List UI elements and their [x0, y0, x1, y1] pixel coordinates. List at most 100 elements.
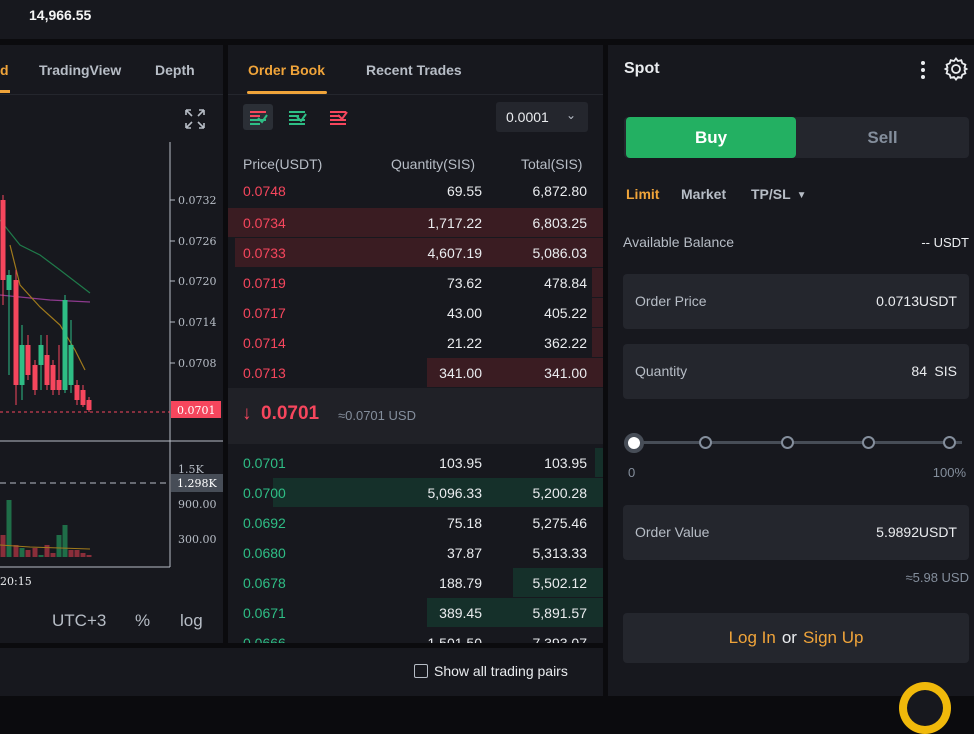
volume-tick-label: 900.00: [178, 498, 217, 511]
row-quantity: 37.87: [446, 545, 482, 561]
candles: [0, 195, 92, 412]
row-total: 103.95: [544, 455, 587, 471]
row-price: 0.0713: [243, 365, 286, 381]
candle-body: [13, 280, 19, 385]
login-link[interactable]: Log In: [729, 628, 776, 647]
slider-step-100[interactable]: [943, 436, 956, 449]
view-bids-button[interactable]: [282, 104, 312, 130]
candlestick-chart[interactable]: 0.07320.07260.07200.07140.07080.07011.5K…: [0, 45, 223, 643]
row-total: 5,275.46: [532, 515, 588, 531]
panel-title: Spot: [624, 60, 660, 77]
bid-row[interactable]: 0.0701 103.95 103.95: [228, 448, 603, 478]
last-price-row: ↓ 0.0701 ≈0.0701 USD: [228, 388, 603, 444]
row-quantity: 69.55: [446, 183, 482, 199]
checkbox-box[interactable]: [414, 664, 428, 678]
slider-max-label: 100%: [932, 465, 966, 480]
volume-bar: [0, 535, 6, 557]
support-chat-icon[interactable]: [899, 682, 951, 734]
precision-select[interactable]: 0.0001 ⌄: [496, 102, 588, 132]
order-price-value[interactable]: 0.0713: [876, 293, 919, 309]
available-balance-label: Available Balance: [623, 234, 735, 250]
row-price: 0.0717: [243, 305, 286, 321]
volume-bar: [6, 500, 12, 557]
row-price: 0.0734: [243, 215, 286, 231]
column-total: Total(SIS): [521, 156, 583, 172]
order-price-input[interactable]: Order Price 0.0713 USDT: [623, 274, 969, 329]
row-total: 5,502.12: [532, 575, 588, 591]
tab-recent-trades[interactable]: Recent Trades: [366, 62, 462, 78]
show-all-pairs-checkbox[interactable]: Show all trading pairs: [414, 663, 568, 681]
order-value-label: Order Value: [635, 524, 710, 540]
volume-bar: [74, 550, 80, 557]
ask-row[interactable]: 0.0717 43.00 405.22: [228, 298, 603, 328]
price-tick-label: 0.0708: [178, 357, 217, 370]
row-price: 0.0692: [243, 515, 286, 531]
volume-bar: [86, 555, 92, 557]
row-quantity: 21.22: [446, 335, 482, 351]
volume-bar: [38, 555, 44, 557]
slider-handle[interactable]: [624, 433, 644, 453]
volume-bar: [13, 545, 19, 557]
bid-row[interactable]: 0.0692 75.18 5,275.46: [228, 508, 603, 538]
tab-order-book[interactable]: Order Book: [248, 62, 325, 78]
bid-row[interactable]: 0.0680 37.87 5,313.33: [228, 538, 603, 568]
quantity-unit: SIS: [934, 363, 957, 379]
order-type-market[interactable]: Market: [681, 186, 726, 202]
ask-row[interactable]: 0.0713 341.00 341.00: [228, 358, 603, 388]
order-value-field[interactable]: Order Value 5.9892 USDT: [623, 505, 969, 560]
order-value[interactable]: 5.9892: [876, 524, 919, 540]
volume-bar: [50, 553, 56, 557]
caret-down-icon: ▼: [796, 190, 807, 201]
quantity-slider[interactable]: [624, 433, 969, 453]
order-value-usd: ≈5.98 USD: [905, 570, 970, 585]
more-vertical-icon[interactable]: [917, 58, 929, 82]
row-total: 362.22: [544, 335, 587, 351]
ask-row[interactable]: 0.0734 1,717.22 6,803.25: [228, 208, 603, 238]
order-type-limit[interactable]: Limit: [626, 186, 659, 202]
row-quantity: 1,501.50: [427, 635, 483, 643]
gear-icon[interactable]: [943, 56, 969, 82]
price-down-arrow-icon: ↓: [242, 403, 252, 424]
or-text: or: [781, 628, 797, 647]
order-type-tpsl[interactable]: TP/SL ▼: [751, 186, 807, 202]
view-both-button[interactable]: [243, 104, 273, 130]
buy-tab[interactable]: Buy: [626, 117, 796, 158]
slider-step-50[interactable]: [781, 436, 794, 449]
quantity-input[interactable]: Quantity 84 SIS: [623, 344, 969, 399]
timezone-button[interactable]: UTC+3: [52, 611, 106, 631]
ask-row[interactable]: 0.0714 21.22 362.22: [228, 328, 603, 358]
row-total: 5,313.33: [532, 545, 588, 561]
bid-row[interactable]: 0.0671 389.45 5,891.57: [228, 598, 603, 628]
ask-row[interactable]: 0.0733 4,607.19 5,086.03: [228, 238, 603, 268]
signup-link[interactable]: Sign Up: [803, 628, 863, 647]
view-asks-button[interactable]: [323, 104, 353, 130]
quantity-label: Quantity: [635, 363, 688, 379]
sell-tab[interactable]: Sell: [796, 117, 969, 158]
volume-bars: [0, 500, 92, 557]
spot-order-panel: Spot Buy Sell Limit Market TP/SL ▼ Availa…: [608, 45, 974, 734]
bid-row[interactable]: 0.0700 5,096.33 5,200.28: [228, 478, 603, 508]
candle-body: [68, 345, 74, 385]
depth-bar: [592, 328, 603, 357]
row-quantity: 389.45: [439, 605, 482, 621]
order-price-unit: USDT: [918, 293, 957, 309]
percent-scale-button[interactable]: %: [135, 611, 150, 631]
candle-body: [32, 365, 38, 390]
column-quantity: Quantity(SIS): [391, 156, 476, 172]
quantity-value[interactable]: 84: [911, 363, 927, 379]
ask-row[interactable]: 0.0719 73.62 478.84: [228, 268, 603, 298]
log-scale-button[interactable]: log: [180, 611, 203, 631]
bid-row[interactable]: 0.0666 1,501.50 7,393.07: [228, 628, 603, 643]
slider-step-25[interactable]: [699, 436, 712, 449]
price-tick-label: 0.0720: [178, 275, 217, 288]
depth-bar: [595, 448, 603, 477]
chart-panel: d TradingView Depth 0.0732 0.0726 0.0720 0.…: [0, 45, 223, 643]
order-price-label: Order Price: [635, 293, 707, 309]
order-type-tpsl-label: TP/SL: [751, 186, 791, 202]
active-tab-indicator: [247, 91, 327, 94]
available-balance-value: -- USDT: [921, 235, 969, 250]
ask-row[interactable]: 0.0748 69.55 6,872.80: [228, 176, 603, 206]
volume-tick-label: 300.00: [178, 533, 217, 546]
bid-row[interactable]: 0.0678 188.79 5,502.12: [228, 568, 603, 598]
slider-step-75[interactable]: [862, 436, 875, 449]
